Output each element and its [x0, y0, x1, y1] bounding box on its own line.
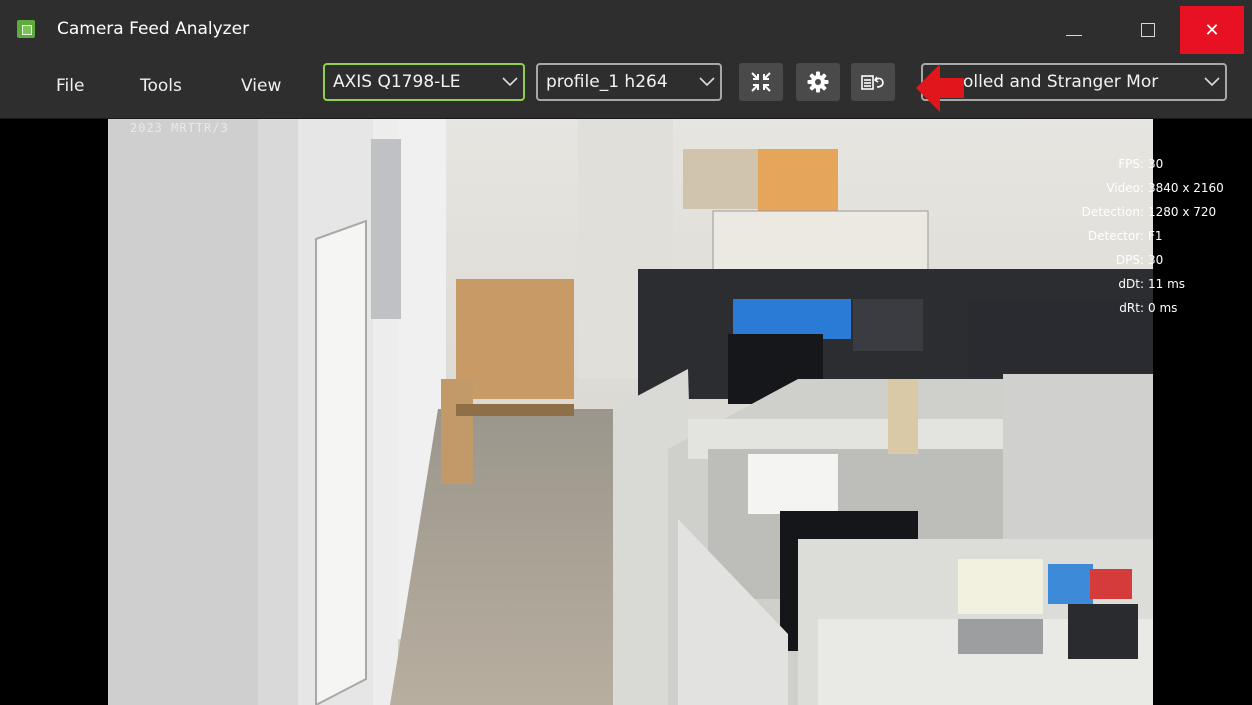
stat-label: dRt: — [1119, 301, 1144, 315]
stat-value: 1280 x 720 — [1148, 205, 1217, 219]
stat-label: FPS: — [1118, 157, 1144, 171]
maximize-button[interactable] — [1120, 6, 1176, 54]
detection-profile-select[interactable]: olled and Stranger Mor — [921, 63, 1227, 101]
stat-value: 0 ms — [1148, 301, 1178, 315]
stat-value: 3840 x 2160 — [1148, 181, 1224, 195]
stat-row: FPS: 30 — [1040, 153, 1240, 177]
title-bar: Camera Feed Analyzer ✕ — [0, 0, 1252, 54]
stream-profile-value: profile_1 h264 — [546, 72, 668, 92]
minimize-button[interactable] — [1046, 6, 1102, 54]
stat-row: dDt: 11 ms — [1040, 273, 1240, 297]
stat-row: dRt: 0 ms — [1040, 297, 1240, 321]
stat-value: 30 — [1148, 253, 1164, 267]
minimize-icon — [1066, 34, 1082, 36]
stat-row: Video: 3840 x 2160 — [1040, 177, 1240, 201]
menu-file[interactable]: File — [56, 76, 84, 96]
settings-button[interactable] — [796, 63, 840, 101]
stats-overlay: FPS: 30 Video: 3840 x 2160 Detection: 1280 x … — [1040, 153, 1240, 321]
red-arrow-annotation — [916, 64, 964, 112]
swap-return-icon — [861, 75, 884, 90]
toolbar: File Tools View AXIS Q1798-LE profile_1 … — [0, 54, 1252, 119]
close-button[interactable]: ✕ — [1180, 6, 1244, 54]
chevron-down-icon — [694, 77, 720, 87]
stat-label: Video: — [1106, 181, 1144, 195]
close-icon: ✕ — [1204, 19, 1220, 41]
stat-label: Detector: — [1087, 229, 1144, 243]
stat-row: Detector: F1 — [1040, 225, 1240, 249]
stat-label: Detection: — [1081, 205, 1144, 219]
detection-profile-value: olled and Stranger Mor — [963, 72, 1159, 92]
stat-row: Detection: 1280 x 720 — [1040, 201, 1240, 225]
stat-label: DPS: — [1115, 253, 1144, 267]
camera-feed-image — [108, 119, 1153, 705]
app-logo-icon — [17, 20, 35, 38]
stat-value: F1 — [1148, 229, 1163, 243]
stat-value: 30 — [1148, 157, 1164, 171]
stat-row: DPS: 30 — [1040, 249, 1240, 273]
collapse-arrows-icon — [751, 72, 771, 92]
chevron-down-icon — [497, 77, 523, 87]
collapse-button[interactable] — [739, 63, 783, 101]
menu-tools[interactable]: Tools — [140, 76, 182, 96]
chevron-down-icon — [1199, 77, 1225, 87]
camera-select-value: AXIS Q1798-LE — [333, 72, 461, 92]
window-title: Camera Feed Analyzer — [57, 19, 250, 39]
gear-icon — [807, 71, 829, 93]
app-window: Camera Feed Analyzer ✕ File Tools View A… — [0, 0, 1252, 705]
swap-view-button[interactable] — [851, 63, 895, 101]
stat-value: 11 ms — [1148, 277, 1186, 291]
menu-view[interactable]: View — [241, 76, 281, 96]
stream-profile-select[interactable]: profile_1 h264 — [536, 63, 722, 101]
stat-label: dDt: — [1118, 277, 1144, 291]
camera-select[interactable]: AXIS Q1798-LE — [323, 63, 525, 101]
maximize-icon — [1141, 23, 1155, 37]
video-timestamp: 2023 MRTTR/3 — [130, 121, 229, 135]
